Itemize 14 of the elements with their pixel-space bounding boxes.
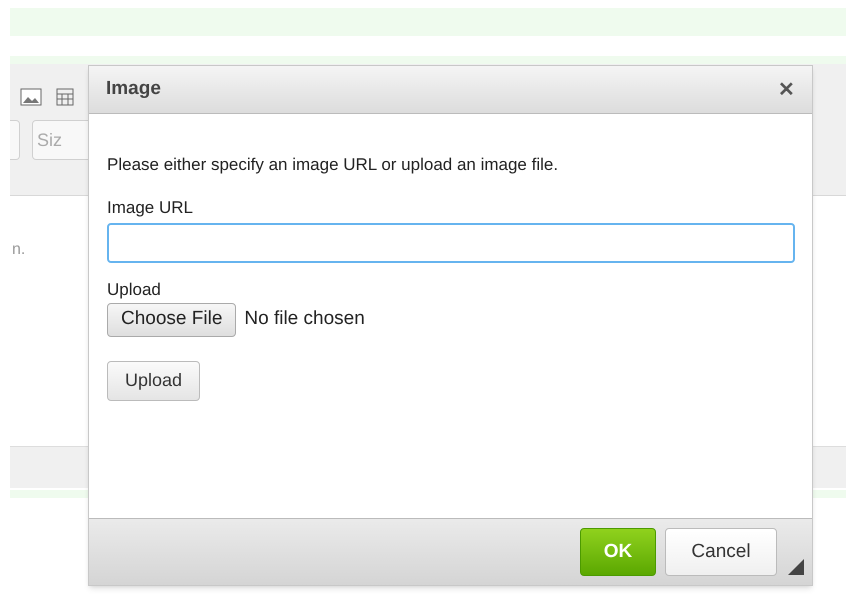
cancel-button[interactable]: Cancel — [665, 528, 777, 576]
file-status: No file chosen — [244, 307, 365, 332]
field-label: Upload — [107, 279, 162, 301]
close-button[interactable]: ✕ — [778, 74, 795, 104]
content-text: n. — [12, 241, 26, 258]
url-field[interactable] — [107, 223, 795, 263]
image-icon[interactable] — [20, 88, 42, 106]
upload-button[interactable]: Upload — [107, 360, 200, 400]
intro-text: Please either specify an image URL or upload an image file. — [107, 154, 560, 176]
choose-file-button[interactable]: Choose File — [107, 302, 236, 336]
field-label: Image URL — [107, 196, 194, 218]
resize-handle-icon[interactable] — [788, 559, 804, 575]
table-icon[interactable] — [56, 88, 74, 106]
dialog-title: Image — [106, 77, 161, 102]
